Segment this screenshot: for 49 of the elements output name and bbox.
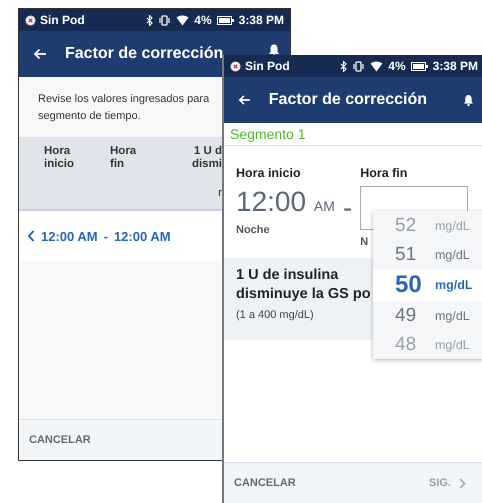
column-heading: 1 U d — [194, 145, 222, 158]
battery-icon — [410, 62, 428, 70]
pod-status: Sin Pod — [245, 59, 290, 73]
segment-label: Segmento 1 — [224, 123, 482, 146]
picker-option[interactable]: 49 mg/dL — [373, 301, 482, 330]
value-picker-menu[interactable]: 52 mg/dL 51 mg/dL 50 mg/dL 49 mg/dL 48 mg/dL — [373, 211, 482, 359]
range-hint: (1 a 400 mg/dL) — [236, 309, 314, 321]
column-heading: inicio — [44, 158, 76, 171]
column-heading: Hora — [44, 145, 72, 158]
back-arrow-icon[interactable] — [33, 48, 47, 60]
bluetooth-icon — [146, 14, 154, 26]
battery-icon — [216, 16, 234, 24]
bell-icon[interactable] — [463, 93, 474, 107]
instruction-text: Revise los valores ingresados para — [38, 92, 210, 107]
pod-alert-icon — [230, 60, 241, 72]
chevron-left-icon — [27, 230, 35, 242]
vibrate-icon — [158, 14, 172, 26]
wifi-icon — [370, 60, 384, 72]
back-arrow-icon[interactable] — [238, 94, 251, 106]
column-heading: r — [218, 187, 222, 200]
column-heading: Hora — [110, 145, 138, 158]
instruction-text: segmento de tiempo. — [38, 109, 142, 124]
wifi-icon — [176, 14, 190, 26]
period-label: N — [360, 236, 370, 248]
start-time-value: 12:00 AM — [236, 186, 335, 218]
period-label: Noche — [236, 224, 271, 236]
clock: 3:38 PM — [432, 59, 478, 73]
bell-icon[interactable] — [268, 43, 280, 57]
dash-separator: - — [342, 192, 352, 225]
chevron-right-icon — [459, 478, 466, 488]
screen-title: Factor de corrección — [268, 91, 428, 109]
column-heading: fin — [110, 158, 126, 171]
picker-option[interactable]: 51 mg/dL — [373, 240, 482, 269]
bluetooth-icon — [340, 60, 348, 72]
battery-level: 4% — [194, 13, 212, 27]
end-time-label: Hora fin — [360, 166, 408, 180]
cancel-button[interactable]: CANCELAR — [29, 434, 91, 446]
cancel-button[interactable]: CANCELAR — [234, 477, 296, 489]
vibrate-icon — [352, 60, 366, 72]
pod-alert-icon — [25, 14, 36, 26]
table-row[interactable]: 12:00 AM - 12:00 AM — [19, 211, 222, 261]
pod-status: Sin Pod — [40, 13, 85, 27]
clock: 3:38 PM — [238, 13, 284, 27]
factor-label: 1 U de insulina disminuye la GS po — [236, 266, 372, 304]
picker-option[interactable]: 50 mg/dL — [373, 269, 482, 301]
start-time-label: Hora inicio — [236, 166, 302, 180]
battery-level: 4% — [388, 59, 406, 73]
column-heading: dismi — [192, 158, 222, 171]
screen-title: Factor de corrección — [65, 45, 224, 63]
